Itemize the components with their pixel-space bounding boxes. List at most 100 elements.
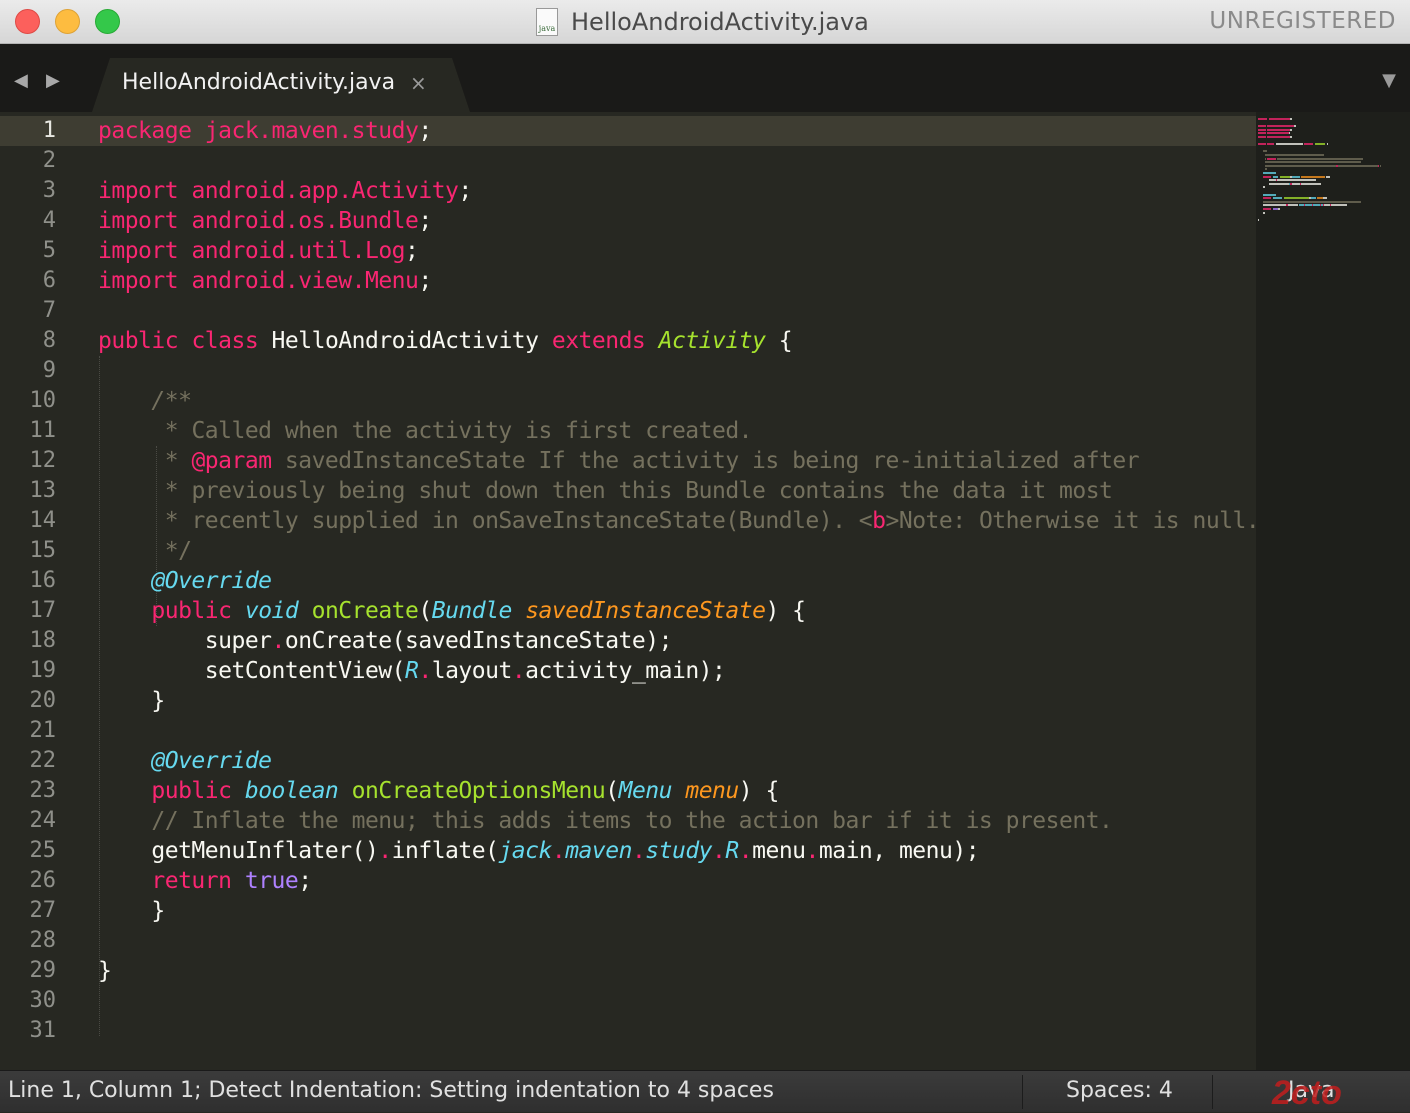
minimap-line <box>1264 168 1268 171</box>
indentation-setting[interactable]: Spaces: 4 <box>1066 1078 1173 1103</box>
line-number: 13 <box>29 478 57 503</box>
minimap-line <box>1305 204 1312 207</box>
code-token: savedInstanceState If the activity is be… <box>271 448 1140 474</box>
minimap-line <box>1263 197 1272 200</box>
code-line: * @param savedInstanceState If the activ… <box>98 446 1256 476</box>
tab-close-icon[interactable]: × <box>410 71 427 95</box>
minimap-line <box>1264 154 1325 156</box>
line-number: 12 <box>29 448 57 473</box>
tab-hello-android-activity[interactable]: HelloAndroidActivity.java × <box>92 58 470 112</box>
minimap-line <box>1272 197 1283 200</box>
code-token: HelloAndroidActivity <box>258 328 552 354</box>
minimap-line <box>1268 179 1276 182</box>
code-token: ( <box>605 778 619 804</box>
code-token: main, menu); <box>818 838 980 864</box>
tab-menu-chevron-down-icon[interactable]: ▼ <box>1382 70 1396 91</box>
code-token: boolean <box>244 778 339 804</box>
code-token: . <box>378 838 392 864</box>
code-token: import <box>98 178 179 204</box>
code-token: ( <box>418 598 432 624</box>
code-line: */ <box>98 536 1256 566</box>
line-number: 10 <box>29 388 57 413</box>
minimap-line <box>1283 197 1310 200</box>
code-token: return <box>151 868 232 894</box>
minimap-line <box>1291 182 1300 185</box>
code-token: * previously being shut down then this B… <box>164 478 1113 504</box>
code-token: Activity <box>658 328 766 354</box>
line-number: 26 <box>29 868 57 893</box>
close-window-button[interactable] <box>15 9 40 34</box>
minimap-line <box>1263 208 1272 210</box>
minimap-line <box>1268 182 1290 185</box>
minimap-line <box>1263 175 1272 178</box>
code-line: @Override <box>98 566 1256 596</box>
minimap[interactable] <box>1256 112 1410 1070</box>
code-token: . <box>511 658 526 684</box>
code-token: jack.maven.study <box>204 118 419 144</box>
code-line: } <box>98 896 1256 926</box>
line-number: 18 <box>29 628 57 653</box>
code-token: public <box>98 328 179 354</box>
window-title: HelloAndroidActivity.java <box>571 8 869 36</box>
minimap-line <box>1263 211 1265 214</box>
code-line: import android.view.Menu; <box>98 266 1256 296</box>
status-divider <box>1022 1075 1023 1109</box>
code-token: true <box>244 868 299 894</box>
minimap-line <box>1263 193 1276 196</box>
status-message: Line 1, Column 1; Detect Indentation: Se… <box>8 1078 774 1103</box>
code-token: } <box>98 898 165 924</box>
nav-back-icon[interactable]: ◀ <box>14 70 28 91</box>
minimize-window-button[interactable] <box>55 9 80 34</box>
minimap-line <box>1263 172 1276 174</box>
code-line: * Called when the activity is first crea… <box>98 416 1256 446</box>
minimap-line <box>1290 136 1292 138</box>
code-token: ) { <box>765 598 806 624</box>
code-token: onCreate <box>311 598 419 624</box>
code-token: android.util.Log <box>191 238 406 264</box>
line-number: 29 <box>29 958 57 983</box>
maximize-window-button[interactable] <box>95 9 120 34</box>
line-number: 25 <box>29 838 57 863</box>
code-line: public class HelloAndroidActivity extend… <box>98 326 1256 356</box>
code-token: study <box>645 838 713 864</box>
window-title-group: java HelloAndroidActivity.java <box>536 6 869 38</box>
minimap-line <box>1287 204 1299 207</box>
minimap-line <box>1263 186 1265 189</box>
code-token: R <box>725 838 739 864</box>
code-token: package <box>98 118 192 144</box>
code-token: ; <box>418 268 432 294</box>
code-token: . <box>418 658 432 684</box>
line-number: 5 <box>42 238 56 263</box>
code-line: import android.app.Activity; <box>98 176 1256 206</box>
minimap-line <box>1258 132 1267 135</box>
minimap-line <box>1291 175 1300 178</box>
code-token: . <box>631 838 646 864</box>
minimap-line <box>1276 157 1364 160</box>
code-editor[interactable]: 1 2 3 4 5 6 7 8 9 10 11 12 13 14 15 16 17 18 19 20 21 22 23 24 2… <box>0 112 1256 1070</box>
code-line: package jack.maven.study; <box>98 116 1256 146</box>
line-number: 19 <box>29 658 57 683</box>
code-token: . <box>551 838 566 864</box>
minimap-line <box>1263 150 1268 153</box>
minimap-line <box>1379 164 1381 167</box>
minimap-line <box>1267 143 1275 146</box>
minimap-line <box>1314 143 1326 146</box>
code-line: /** <box>98 386 1256 416</box>
code-token: /** <box>151 388 192 414</box>
nav-forward-icon[interactable]: ▶ <box>46 70 60 91</box>
file-icon-label: java <box>538 24 556 33</box>
line-number: 8 <box>42 328 56 353</box>
code-text-area[interactable]: package jack.maven.study; import android… <box>98 116 1256 1046</box>
minimap-line <box>1267 136 1291 138</box>
